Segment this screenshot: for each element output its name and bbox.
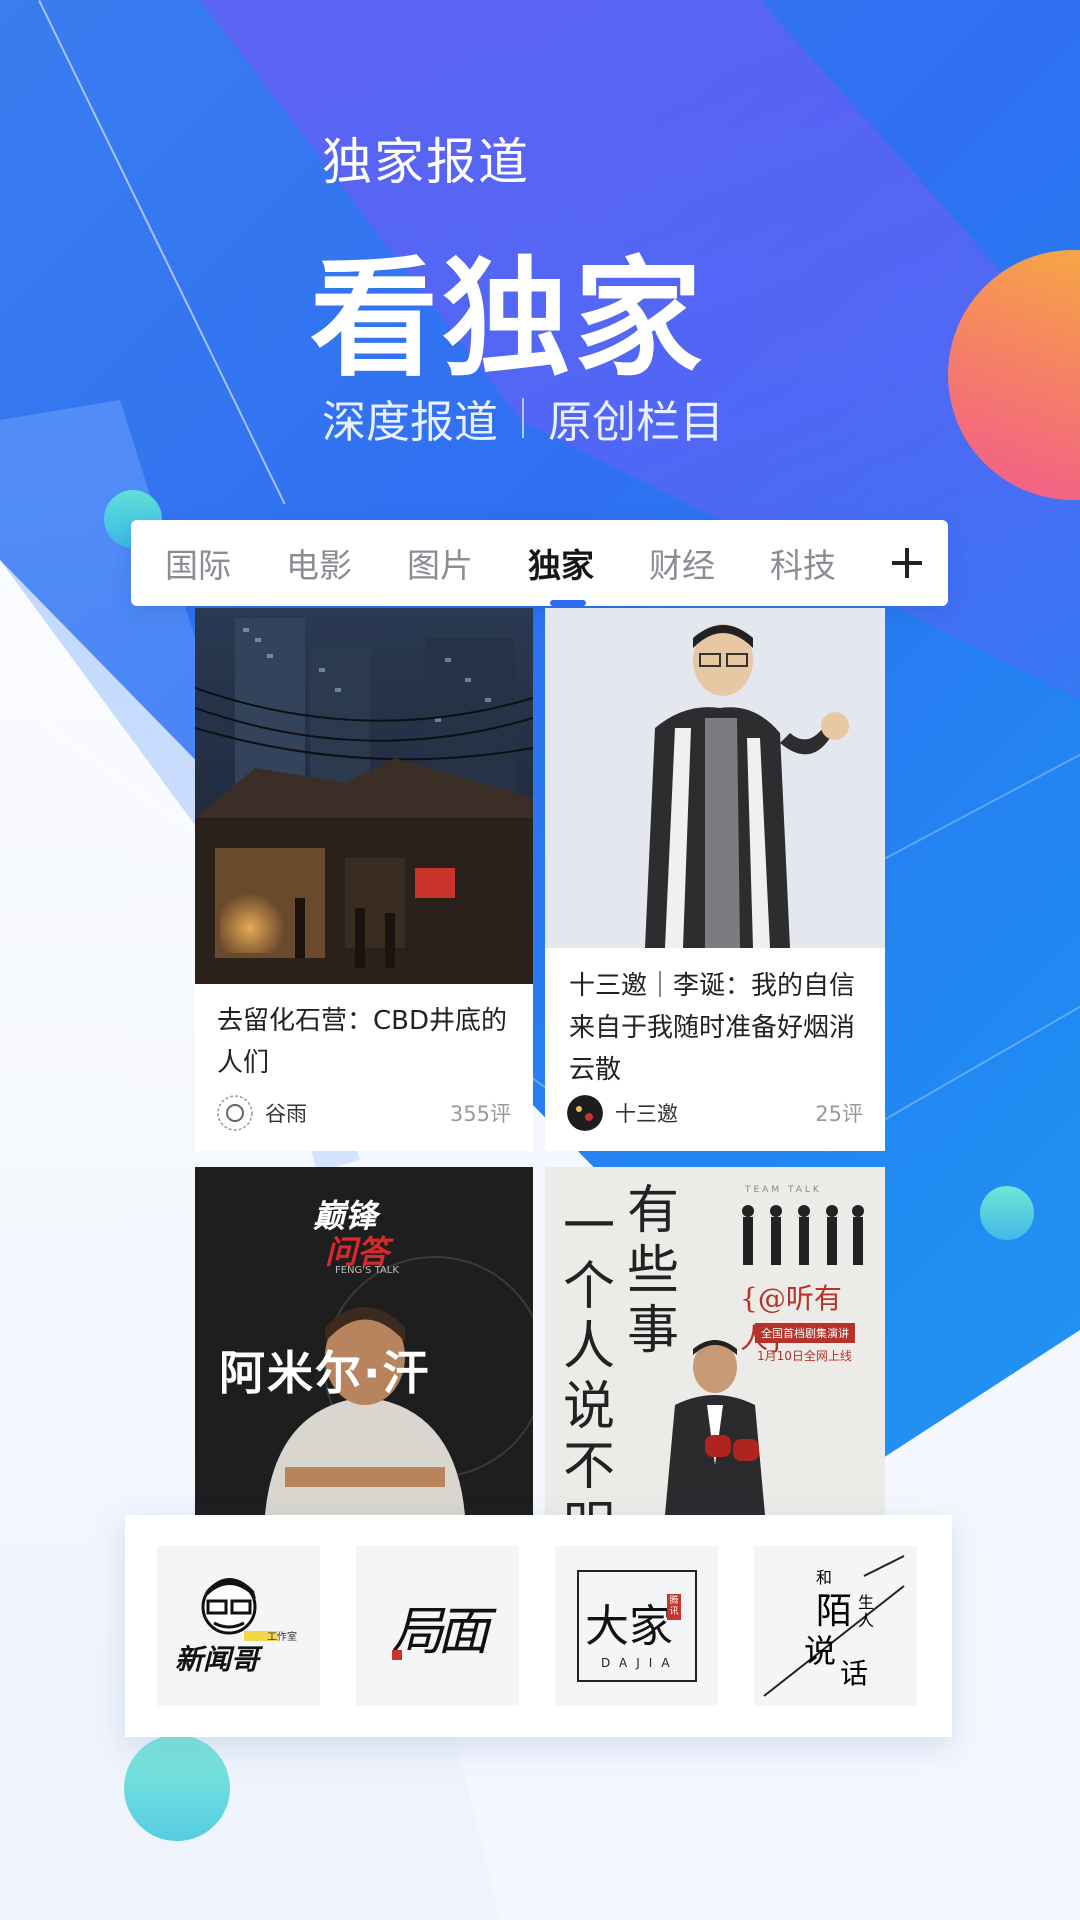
news-card[interactable]: 十三邀｜李诞：我的自信 来自于我随时准备好烟消 云散 十三邀 25评	[545, 608, 885, 1151]
logo-seal	[392, 1650, 402, 1660]
author-avatar	[217, 1095, 253, 1131]
tab-international[interactable]: 国际	[165, 520, 286, 606]
tab-tech[interactable]: 科技	[770, 520, 891, 606]
card-image-portrait	[545, 608, 885, 948]
hero-title: 看独家	[310, 245, 707, 394]
poster-title: 阿米尔·汗	[219, 1346, 431, 1400]
news-card-poster[interactable]: 一个人说不明 有些事 TEAM TALK {@听有人} 全国首档剧集演讲 1月1…	[545, 1167, 885, 1515]
tab-movies[interactable]: 电影	[286, 520, 407, 606]
column-sub: DAJIA	[601, 1656, 679, 1670]
card-meta: 谷雨 355评	[217, 1095, 511, 1131]
column-name: 新闻哥	[175, 1643, 260, 1676]
column-logo-stranger[interactable]: 和 陌 生人 说 话	[754, 1546, 917, 1706]
tab-label: 独家	[528, 546, 594, 585]
column-name-part: 说	[804, 1632, 837, 1670]
hero-eyebrow: 独家报道	[322, 133, 530, 191]
tab-label: 科技	[770, 546, 836, 585]
logo-badge: 腾讯	[667, 1594, 681, 1620]
author-name: 十三邀	[615, 1102, 678, 1126]
poster-english: TEAM TALK	[745, 1185, 822, 1195]
tab-finance[interactable]: 财经	[649, 520, 770, 606]
card-meta: 十三邀 25评	[567, 1095, 863, 1131]
news-card-poster[interactable]: 巅锋 问答 FENG'S TALK 阿米尔·汗	[195, 1167, 533, 1515]
hero-subtitle-left: 深度报道	[322, 397, 498, 448]
hero-subtitle: 深度报道 原创栏目	[322, 386, 724, 450]
news-card[interactable]: 去留化石营：CBD井底的 人们 谷雨 355评	[195, 608, 533, 1151]
hero-subtitle-divider	[522, 398, 524, 438]
tab-pictures[interactable]: 图片	[407, 520, 528, 606]
tab-label: 电影	[286, 546, 352, 585]
decor-teal-orb	[124, 1735, 230, 1841]
tab-exclusive[interactable]: 独家	[528, 520, 649, 606]
poster-small-text: FENG'S TALK	[335, 1265, 399, 1276]
tab-label: 财经	[649, 546, 715, 585]
comment-count: 355评	[449, 1102, 511, 1126]
poster-figures	[742, 1205, 864, 1265]
tab-label: 图片	[407, 546, 473, 585]
poster-person	[665, 1340, 765, 1515]
column-logo-jumian[interactable]: 局面	[356, 1546, 519, 1706]
poster-vertical-text: 一个人说不明	[563, 1197, 616, 1515]
poster-vertical-text: 有些事	[627, 1181, 680, 1361]
author-name: 谷雨	[265, 1102, 307, 1126]
comment-count: 25评	[815, 1102, 863, 1126]
card-image-city-night	[195, 608, 533, 984]
card-title: 去留化石营：CBD井底的 人们	[217, 1006, 508, 1078]
column-name: 大家	[585, 1601, 673, 1652]
plus-icon[interactable]	[882, 538, 932, 588]
columns-panel: 新闻哥 工作室 局面 大家 腾讯 DAJIA 和 陌 生人 说 话	[125, 1515, 952, 1737]
column-name: 局面	[391, 1601, 489, 1662]
column-name-part: 生人	[858, 1593, 875, 1630]
card-title: 十三邀｜李诞：我的自信 来自于我随时准备好烟消 云散	[569, 971, 856, 1085]
decor-teal-orb	[980, 1186, 1034, 1240]
column-logo-xinwenge[interactable]: 新闻哥 工作室	[157, 1546, 320, 1706]
column-sub: 工作室	[267, 1632, 297, 1643]
channel-tab-bar: 国际 电影 图片 独家 财经 科技	[131, 520, 948, 606]
author-avatar	[567, 1095, 603, 1131]
column-logo-dajia[interactable]: 大家 腾讯 DAJIA	[555, 1546, 718, 1706]
tab-label: 国际	[165, 546, 231, 585]
column-name-part: 话	[840, 1657, 869, 1690]
active-tab-indicator	[550, 600, 586, 606]
hero-subtitle-right: 原创栏目	[548, 397, 724, 448]
